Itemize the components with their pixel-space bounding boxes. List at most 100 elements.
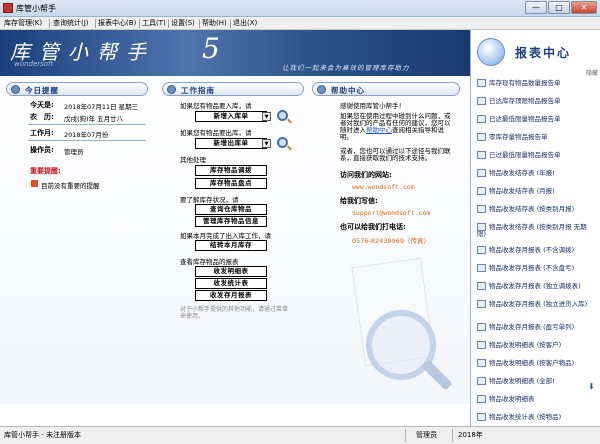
- new-outstock-button[interactable]: 新增出库单: [195, 138, 267, 149]
- report-icon: [477, 359, 486, 367]
- search-icon[interactable]: [277, 110, 288, 121]
- report-item[interactable]: 物品收发存月报表 (独立调拨表): [477, 282, 581, 296]
- inventory-check-button[interactable]: 库存物品盘点: [195, 178, 267, 189]
- email-link[interactable]: Support@wondsoft.com: [352, 209, 430, 217]
- report-icon: [477, 282, 486, 290]
- important-item: 目前没有重要的提醒: [41, 182, 100, 190]
- report-icon: [477, 246, 486, 254]
- report-center-title: 报表中心: [515, 46, 572, 60]
- alert-icon: [31, 180, 38, 187]
- email-label: 给我们写信:: [340, 197, 378, 205]
- reminder-icon: [11, 85, 20, 94]
- detail-report-button[interactable]: 收发明细表: [195, 266, 267, 277]
- status-app: 库管小帮手 - 未注册版本: [4, 431, 81, 439]
- stock-month-report-button[interactable]: 收发存月报表: [195, 290, 267, 301]
- other-label: 其他处理: [180, 156, 206, 164]
- scroll-down-icon[interactable]: ⬇: [588, 383, 596, 391]
- report-icon: [477, 395, 486, 403]
- report-center-header: 报表中心 隐藏: [470, 30, 600, 77]
- report-icon: [477, 151, 486, 159]
- report-item[interactable]: 物品收发存月报表 (盈亏单列): [477, 323, 574, 337]
- app-icon: [3, 3, 13, 13]
- report-icon: [477, 169, 486, 177]
- help-center-link[interactable]: 帮助中心: [366, 126, 392, 134]
- close-button[interactable]: ✕: [571, 1, 597, 14]
- window-title: 库管小帮手: [16, 4, 56, 13]
- report-item[interactable]: 已过最低限量物品报告单: [477, 151, 561, 165]
- help-para1: 如果您在使用过程中碰到什么问题，或者对我们的产品有任何的建议，您可以随时进入帮助…: [340, 112, 451, 141]
- monthend-button[interactable]: 结转本月库存: [195, 240, 267, 251]
- phone-value: 0576-82439969（传真）: [352, 237, 430, 245]
- report-icon: [477, 323, 486, 331]
- banner-watermark: wondersoft: [14, 60, 54, 68]
- report-item[interactable]: 物品收发结存表 (按类别月报 无期限): [477, 223, 595, 238]
- search-icon[interactable]: [277, 137, 288, 148]
- report-item[interactable]: 物品收发存月报表 (不含调拨): [477, 246, 574, 260]
- workmonth-label: 工作月:: [30, 129, 54, 137]
- report-icon: [477, 413, 486, 421]
- report-item[interactable]: 物品收发结存表 (按类别月报): [477, 205, 574, 219]
- new-instock-button[interactable]: 新增入库单: [195, 111, 267, 122]
- menu-settings[interactable]: 设置(S): [171, 18, 195, 28]
- today-panel: [0, 76, 158, 404]
- report-item[interactable]: 已达库存顶限物品报告单: [477, 97, 561, 111]
- report-icon: [477, 341, 486, 349]
- report-icon: [477, 377, 486, 385]
- report-item[interactable]: 零库存量物品报告单: [477, 133, 548, 147]
- help-para2: 或者，您也可以通过以下途径与我们联系，直接获取我们的技术支持。: [340, 147, 451, 162]
- menu-help[interactable]: 帮助(H): [202, 18, 227, 28]
- report-item[interactable]: 已达最低限量物品报告单: [477, 115, 561, 129]
- manage-items-button[interactable]: 管理库存物品信息: [195, 216, 267, 227]
- banner-slogan: 让我们一起来会为高效的管理库存助力: [282, 64, 410, 72]
- menu-bar: 库存管理(K) 查询统计(J) 报表中心(B) 工具(T) 设置(S) 帮助(H…: [0, 17, 600, 30]
- monthend-prompt: 如果本月完成了出入库工作，请: [180, 232, 271, 240]
- report-item[interactable]: 物品收发明细表 (全部): [477, 377, 555, 391]
- menu-inventory[interactable]: 库存管理(K): [4, 18, 42, 28]
- report-icon: [477, 79, 486, 87]
- banner-version: 5: [202, 32, 220, 65]
- footer-note: 对于小帮手提供的其他功能，请通过菜单来使用。: [180, 306, 289, 320]
- instock-dropdown-icon[interactable]: ▼: [262, 112, 271, 121]
- help-header: 帮助中心: [312, 82, 460, 96]
- report-item[interactable]: 物品收发明细表 (按客户): [477, 341, 561, 355]
- report-list: 库存现有物品数量报告单 已达库存顶限物品报告单 已达最低限量物品报告单 零库存量…: [470, 76, 600, 426]
- help-welcome: 感谢使用库管小帮手！: [340, 102, 405, 110]
- report-item[interactable]: 物品收发明细表: [477, 395, 535, 409]
- report-icon: [477, 97, 486, 105]
- menu-query[interactable]: 查询统计(J): [53, 18, 89, 28]
- maximize-button[interactable]: □: [548, 1, 570, 14]
- menu-reports[interactable]: 报表中心(B): [98, 18, 136, 28]
- operator-label: 操作员:: [30, 146, 54, 154]
- report-item[interactable]: 库存现有物品数量报告单: [477, 79, 561, 93]
- report-item[interactable]: 物品收发明细表 (按客户物品): [477, 359, 574, 373]
- lunar-label: 农 历:: [30, 113, 54, 121]
- query-prompt: 要了解库存状况，请: [180, 196, 239, 204]
- date-value: 2018年07月11日 星期三: [64, 103, 139, 111]
- status-bar: 库管小帮手 - 未注册版本 管理员 2018年: [0, 426, 600, 444]
- report-icon: [477, 205, 486, 213]
- report-center-icon: [477, 38, 505, 66]
- today-header: 今日提醒: [6, 82, 148, 96]
- report-icon: [477, 187, 486, 195]
- date-label: 今天是:: [30, 101, 54, 109]
- website-link[interactable]: www.wondsoft.com: [352, 183, 415, 191]
- stat-report-button[interactable]: 收发统计表: [195, 278, 267, 289]
- report-item[interactable]: 物品收发存月报表 (独立进货入库): [477, 300, 595, 314]
- outstock-dropdown-icon[interactable]: ▼: [262, 139, 271, 148]
- minimize-button[interactable]: —: [525, 1, 547, 14]
- report-icon: [477, 133, 486, 141]
- report-item[interactable]: 物品收发统计表 (按物品): [477, 413, 561, 427]
- phone-label: 也可以给我们打电话:: [340, 223, 406, 231]
- report-item[interactable]: 物品收发结存表 (月报): [477, 187, 555, 201]
- query-stock-button[interactable]: 查询仓库物品: [195, 204, 267, 215]
- report-item[interactable]: 物品收发存月报表 (不含盘亏): [477, 264, 574, 278]
- menu-exit[interactable]: 退出(X): [233, 18, 257, 28]
- report-prompt: 查看库存物品的报表: [180, 258, 239, 266]
- transfer-button[interactable]: 库存物品调拨: [195, 165, 267, 176]
- workmonth-value: 2018年07月份: [64, 131, 109, 139]
- outstock-prompt: 如果您有物品要出库，请: [180, 129, 252, 137]
- report-item[interactable]: 物品收发结存表 (年报): [477, 169, 555, 183]
- report-icon: [477, 264, 486, 272]
- guide-header: 工作指南: [162, 82, 304, 96]
- menu-tools[interactable]: 工具(T): [142, 18, 166, 28]
